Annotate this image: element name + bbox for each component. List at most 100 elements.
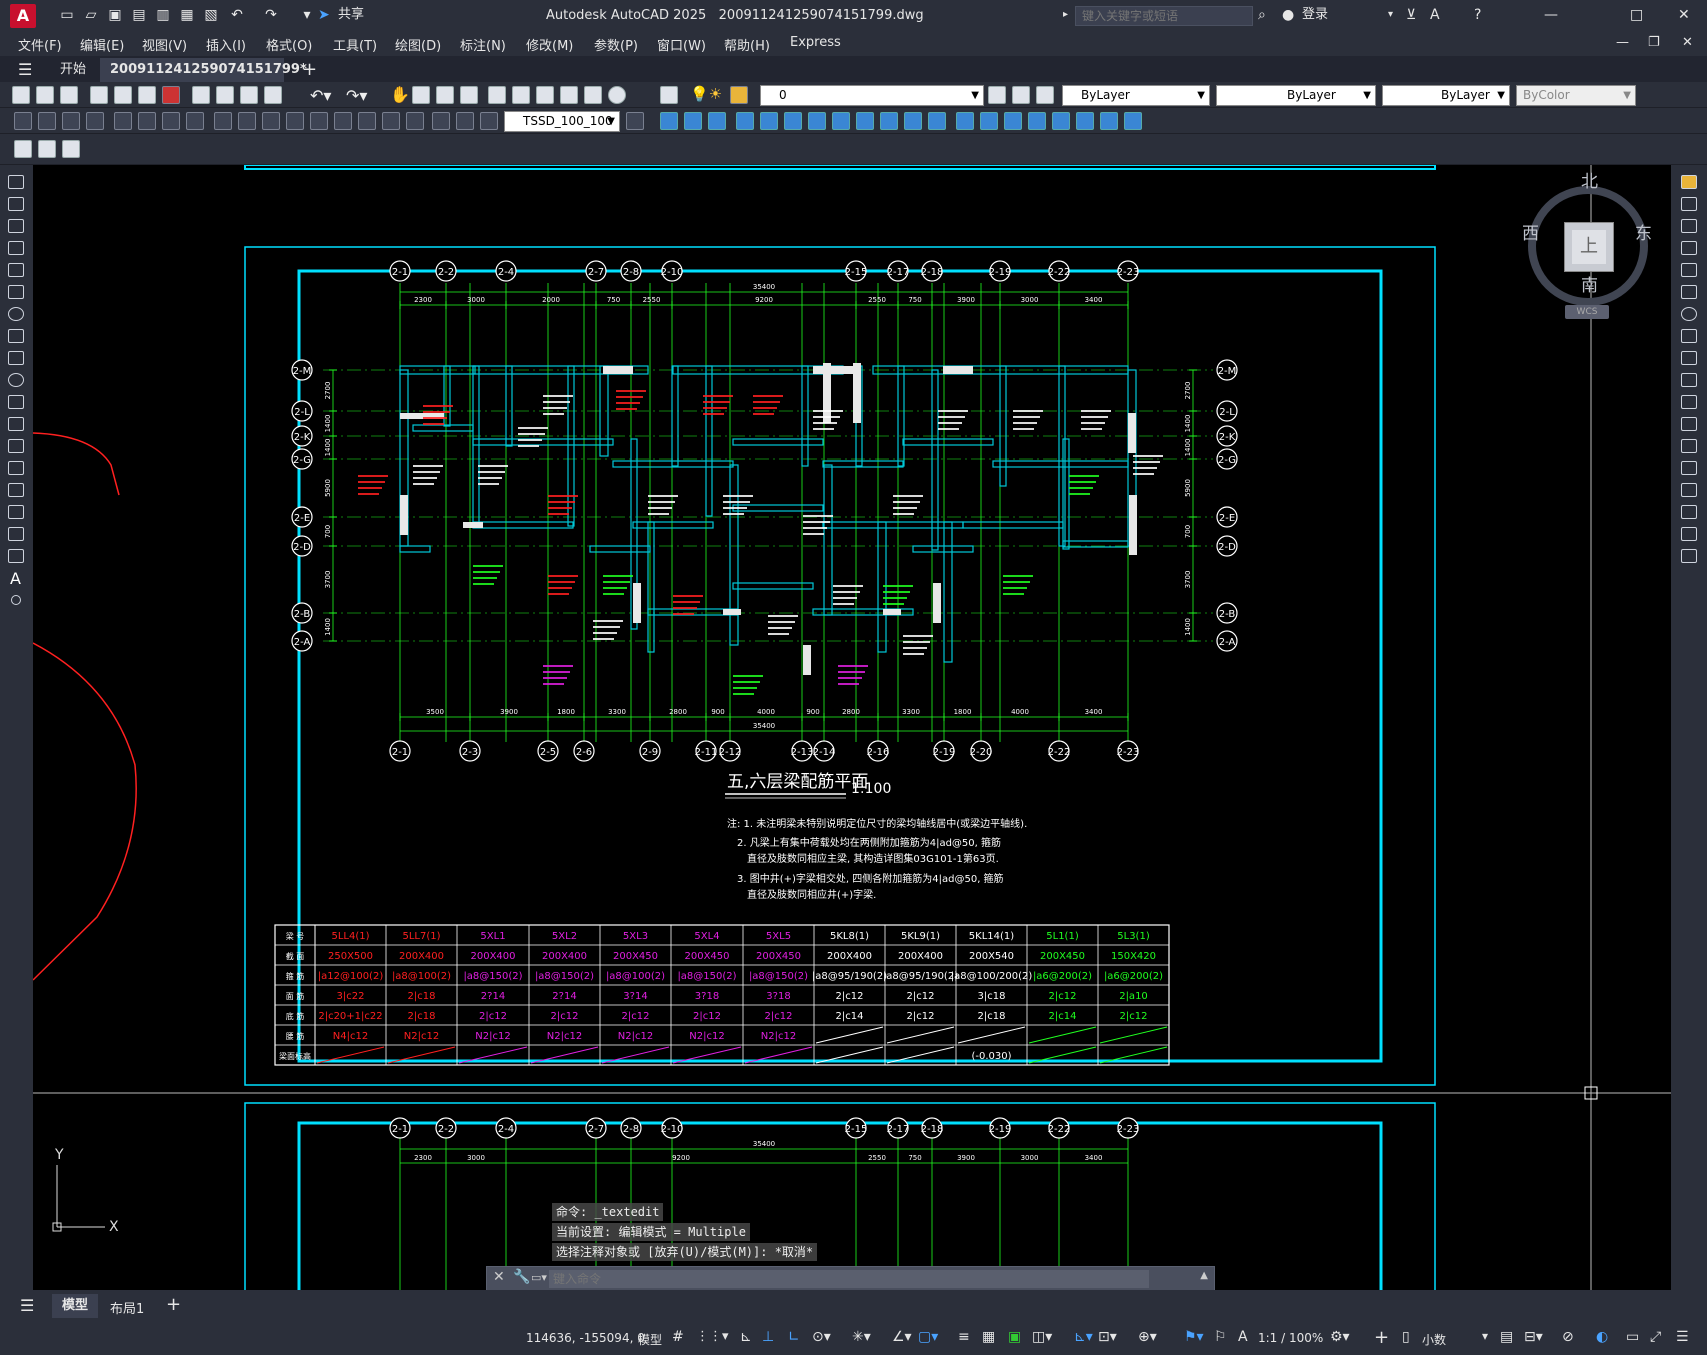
gradient-icon[interactable] [8, 505, 24, 519]
properties-icon[interactable] [488, 86, 506, 104]
layer-dropdown[interactable]: 0 ▼ [760, 85, 984, 106]
menu-tools[interactable]: 工具(T) [333, 35, 377, 54]
tssd-tool-1-icon[interactable] [660, 112, 678, 130]
tssd-tool-15-icon[interactable] [1004, 112, 1022, 130]
share-icon[interactable]: ➤ [318, 6, 330, 24]
search-icon[interactable]: ⌕ [1258, 6, 1266, 24]
insert-block-icon[interactable] [8, 417, 24, 431]
layer-properties-icon[interactable] [660, 86, 678, 104]
tssd-tool-5-icon[interactable] [760, 112, 778, 130]
new-tab-icon[interactable]: + [292, 58, 327, 82]
menu-window[interactable]: 窗口(W) [657, 35, 706, 54]
gizmo-icon[interactable]: ⊕▾ [1138, 1329, 1157, 1345]
drawing-canvas[interactable]: Y X 2-1 2-2 2-4 2-7 2-8 2-10 2-15 2-17 2-18 2-19 2… [32, 164, 1671, 1295]
grid-icon[interactable]: # [672, 1329, 684, 1345]
tab-document[interactable]: 200911241259074151799* ✕ [100, 58, 307, 101]
annotation-autoscale-icon[interactable]: ⚐ [1214, 1329, 1227, 1345]
osnap-tracking-icon[interactable]: ∠▾ [892, 1329, 912, 1345]
dim-update-icon[interactable] [480, 112, 498, 130]
offset-icon[interactable] [1681, 241, 1697, 255]
dim-radius-icon[interactable] [114, 112, 132, 130]
publish-icon[interactable]: ▥ [154, 6, 172, 24]
layouts-menu-icon[interactable]: ☰ [20, 1296, 34, 1315]
tssd-tool-4-icon[interactable] [736, 112, 754, 130]
scale-icon[interactable] [1681, 329, 1697, 343]
blend-icon[interactable] [1681, 527, 1697, 541]
annotation-monitor-icon[interactable]: + [1374, 1327, 1389, 1348]
hardware-acceleration-icon[interactable]: ◐ [1596, 1329, 1608, 1345]
tssd-tool-14-icon[interactable] [980, 112, 998, 130]
tab-layout1[interactable]: 布局1 [110, 1298, 144, 1317]
dim-continue-icon[interactable] [262, 112, 280, 130]
tolerance-icon[interactable] [334, 112, 352, 130]
pdf-icon[interactable] [162, 86, 180, 104]
extra-tool-3-icon[interactable] [62, 140, 80, 158]
inspect-icon[interactable] [382, 112, 400, 130]
dim-space-icon[interactable] [286, 112, 304, 130]
add-layout-icon[interactable]: + [166, 1294, 181, 1315]
snap-icon[interactable]: ⋮⋮▾ [696, 1329, 729, 1344]
dim-text-edit-icon[interactable] [456, 112, 474, 130]
center-mark-icon[interactable] [358, 112, 376, 130]
preview-icon[interactable] [114, 86, 132, 104]
model-space-button[interactable]: 模型 [638, 1331, 662, 1348]
help-tb-icon[interactable] [608, 86, 626, 104]
matchprop-icon[interactable] [264, 86, 282, 104]
new-file-icon[interactable]: ▭ [58, 6, 76, 24]
layer-state-icon[interactable] [1036, 86, 1054, 104]
dynamic-input-icon[interactable]: ⊥ [762, 1329, 774, 1345]
tssd-tool-7-icon[interactable] [808, 112, 826, 130]
plot-icon[interactable]: ▦ [178, 6, 196, 24]
redo-tb-icon[interactable]: ↷▾ [346, 86, 367, 105]
coordinates-readout[interactable]: 114636, -155094, 0 [526, 1331, 645, 1345]
wcs-menu[interactable]: WCS [1565, 305, 1609, 319]
qdim-icon[interactable] [214, 112, 232, 130]
paste-icon[interactable] [240, 86, 258, 104]
compass-east[interactable]: 东 [1635, 219, 1652, 244]
units-dropdown-icon[interactable]: ▾ [1482, 1329, 1488, 1343]
rotate-icon[interactable] [1681, 307, 1697, 321]
extra-tool-2-icon[interactable] [38, 140, 56, 158]
command-recent-icon[interactable]: ▭▾ [531, 1271, 547, 1284]
layer-lock-icon[interactable] [730, 86, 748, 104]
layer-on-icon[interactable]: 💡☀ [690, 85, 722, 103]
command-close-icon[interactable]: ✕ [493, 1269, 505, 1285]
clean-screen-icon[interactable]: ▭ [1626, 1329, 1639, 1345]
break-icon[interactable] [1681, 439, 1697, 453]
menu-format[interactable]: 格式(O) [266, 35, 312, 54]
search-expand-icon[interactable]: ▸ [1063, 6, 1068, 24]
units-dropdown[interactable]: 小数 [1422, 1331, 1446, 1348]
tssd-tool-16-icon[interactable] [1028, 112, 1046, 130]
annotation-visibility-icon[interactable]: ⚑▾ [1184, 1329, 1204, 1345]
units-icon[interactable]: ▯ [1402, 1329, 1410, 1345]
menu-insert[interactable]: 插入(I) [206, 35, 246, 54]
dim-angular-icon[interactable] [186, 112, 204, 130]
plotstyle-dropdown[interactable]: ByColor ▼ [1516, 85, 1636, 106]
menu-hamburger-icon[interactable]: ☰ [18, 60, 32, 79]
app-logo-icon[interactable]: A [10, 4, 36, 28]
dim-linear-icon[interactable] [14, 112, 32, 130]
chamfer-icon[interactable] [1681, 483, 1697, 497]
polar-icon[interactable]: ⊙▾ [812, 1329, 831, 1345]
tssd-tool-8-icon[interactable] [832, 112, 850, 130]
tab-start[interactable]: 开始 [50, 58, 96, 82]
menu-edit[interactable]: 编辑(E) [80, 35, 124, 54]
copy-modify-icon[interactable] [1681, 197, 1697, 211]
dim-break-icon[interactable] [310, 112, 328, 130]
login-dropdown-icon[interactable]: ▾ [1388, 6, 1393, 24]
zoom-realtime-icon[interactable] [412, 86, 430, 104]
user-icon[interactable]: ● [1282, 6, 1294, 24]
designcenter-icon[interactable] [512, 86, 530, 104]
tssd-tool-9-icon[interactable] [856, 112, 874, 130]
compass-north[interactable]: 北 [1581, 167, 1598, 192]
tssd-tool-13-icon[interactable] [956, 112, 974, 130]
move-icon[interactable] [1681, 285, 1697, 299]
undo-icon[interactable]: ↶ [228, 6, 246, 24]
tssd-tool-2-icon[interactable] [684, 112, 702, 130]
qnew-icon[interactable] [12, 86, 30, 104]
join-icon[interactable] [1681, 461, 1697, 475]
menu-help[interactable]: 帮助(H) [724, 35, 770, 54]
save-tb-icon[interactable] [60, 86, 78, 104]
doc-restore-icon[interactable]: ❐ [1648, 35, 1660, 50]
sheetset-icon[interactable] [560, 86, 578, 104]
